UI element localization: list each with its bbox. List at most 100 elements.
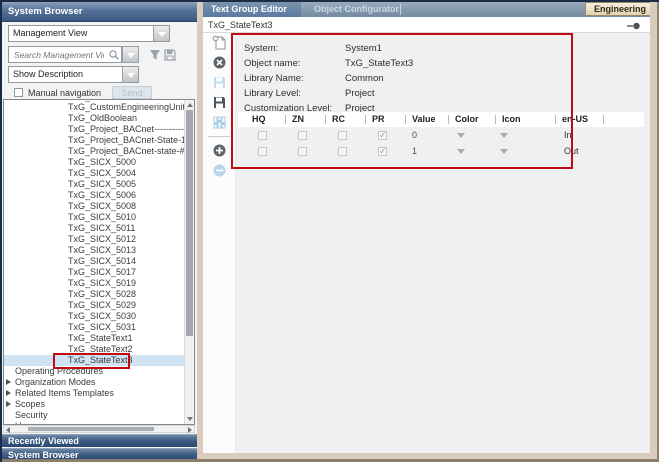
tree-item[interactable]: TxG_SICX_5006 [4,190,184,201]
chevron-down-icon [123,47,139,62]
tree-item[interactable]: TxG_SICX_5019 [4,278,184,289]
tree-item[interactable]: TxG_SICX_5004 [4,168,184,179]
scrollbar-thumb[interactable] [186,110,193,336]
tree-item[interactable]: TxG_SICX_5000 [4,157,184,168]
tree-item[interactable]: TxG_StateText2 [4,344,184,355]
tree-item-label: TxG_SICX_5028 [68,289,136,299]
scrollbar-thumb[interactable] [28,427,154,431]
checkbox[interactable] [258,147,267,156]
tree-item-label: TxG_SICX_5017 [68,267,136,277]
scroll-right-icon[interactable] [188,427,192,433]
search-input[interactable] [12,48,106,61]
tree-item[interactable]: TxG_SICX_5008 [4,201,184,212]
tree-item[interactable]: TxG_SICX_5029 [4,300,184,311]
object-name-label: TxG_StateText3 [203,17,650,33]
tree-vertical-scrollbar[interactable] [184,100,194,424]
recently-viewed-bar[interactable]: Recently Viewed [2,434,197,447]
system-tree: TxG_… TxG_CustomEngineeringUnitsTxG_OldB… [3,99,195,425]
icon-dropdown-icon[interactable] [500,149,508,154]
show-description-dropdown[interactable]: Show Description [8,66,139,83]
checkbox[interactable] [298,131,307,140]
save-icon[interactable] [212,75,227,90]
state-text-table: HQZNRCPRValueColorIconen-US 0In1Out [238,112,644,159]
manual-navigation-checkbox[interactable] [14,88,23,97]
color-dropdown-icon[interactable] [457,133,465,138]
search-input-box[interactable] [8,46,122,63]
checkbox-checked[interactable] [378,131,387,140]
value-cell: 1 [412,143,417,159]
checkbox-checked[interactable] [378,147,387,156]
tree-item[interactable]: Security [4,410,184,421]
tree-item[interactable]: TxG_Project_BACnet-state-#1-state-s [4,146,184,157]
tree-item[interactable]: TxG_SICX_5012 [4,234,184,245]
tree-horizontal-scrollbar[interactable] [3,425,195,433]
checkbox[interactable] [338,147,347,156]
editor-content: System:System1Object name:TxG_StateText3… [203,33,650,453]
tree-item[interactable]: TxG_StateText3 [4,355,184,366]
filter-icon[interactable] [148,48,162,62]
column-separator [405,115,406,124]
delete-icon[interactable] [212,55,227,70]
tree-item[interactable]: TxG_OldBoolean [4,113,184,124]
scroll-down-icon[interactable] [187,417,193,421]
tree-item[interactable]: TxG_SICX_5028 [4,289,184,300]
tree-item-label: TxG_SICX_5013 [68,245,136,255]
pin-icon[interactable] [627,22,640,30]
tree-item[interactable]: TxG_StateText1 [4,333,184,344]
tree-item[interactable]: Related Items Templates [4,388,184,399]
column-separator [365,115,366,124]
checkbox[interactable] [258,131,267,140]
value-cell: 0 [412,127,417,143]
checkbox[interactable] [298,147,307,156]
tree-item[interactable]: TxG_SICX_5014 [4,256,184,267]
tree-item[interactable]: TxG_SICX_5005 [4,179,184,190]
save-filter-icon[interactable] [163,48,177,62]
text-group-properties-icon[interactable] [212,115,227,130]
tree-item[interactable]: Scopes [4,399,184,410]
tree-item[interactable]: TxG_SICX_5013 [4,245,184,256]
color-dropdown-icon[interactable] [457,149,465,154]
tree-item[interactable]: Operating Procedures [4,366,184,377]
tree-item[interactable]: TxG_Project_BACnet-State-1-State-2 [4,135,184,146]
save-as-icon[interactable] [212,95,227,110]
tree-item-label: TxG_CustomEngineeringUnits [68,102,184,112]
tree-item[interactable]: TxG_SICX_5017 [4,267,184,278]
tree-item-label: TxG_Project_BACnet---------- [68,124,184,134]
new-text-group-icon[interactable] [212,35,227,50]
management-view-dropdown[interactable]: Management View [8,25,170,42]
remove-row-icon[interactable] [212,163,227,178]
checkbox[interactable] [338,131,347,140]
tree-item-label: TxG_SICX_5011 [68,223,135,233]
expand-arrow-icon[interactable] [6,401,11,407]
system-browser-panel: System Browser Management View Show Desc… [2,2,197,460]
manual-navigation-label: Manual navigation [28,88,101,98]
tree-item[interactable]: TxG_CustomEngineeringUnits [4,102,184,113]
chevron-down-icon[interactable] [153,26,169,41]
form-row: System:System1 [244,41,413,56]
en-us-cell: Out [564,143,579,159]
add-row-icon[interactable] [212,143,227,158]
tree-item[interactable]: Users [4,421,184,424]
tab-object-configurator[interactable]: Object Configurator [306,2,400,17]
tree-item-label: Organization Modes [15,377,96,387]
form-label: Library Name: [244,71,345,86]
engineering-mode-badge[interactable]: Engineering [585,2,655,16]
expand-arrow-icon[interactable] [6,379,11,385]
tab-text-group-editor[interactable]: Text Group Editor [203,2,301,17]
column-header: Color [455,112,479,127]
scroll-left-icon[interactable] [6,427,10,433]
icon-dropdown-icon[interactable] [500,133,508,138]
tree-item-label: TxG_SICX_5014 [68,256,136,266]
chevron-down-icon[interactable] [122,67,138,82]
tree-item-label: Scopes [15,399,45,409]
tree-item[interactable]: TxG_SICX_5011 [4,223,184,234]
tree-item[interactable]: Organization Modes [4,377,184,388]
tree-item[interactable]: TxG_Project_BACnet---------- [4,124,184,135]
search-options-dropdown-button[interactable] [122,46,139,63]
tree-item[interactable]: TxG_SICX_5010 [4,212,184,223]
tree-item[interactable]: TxG_SICX_5030 [4,311,184,322]
expand-arrow-icon[interactable] [6,390,11,396]
scroll-up-icon[interactable] [187,103,193,107]
send-button[interactable]: Send [112,86,152,99]
tree-item[interactable]: TxG_SICX_5031 [4,322,184,333]
